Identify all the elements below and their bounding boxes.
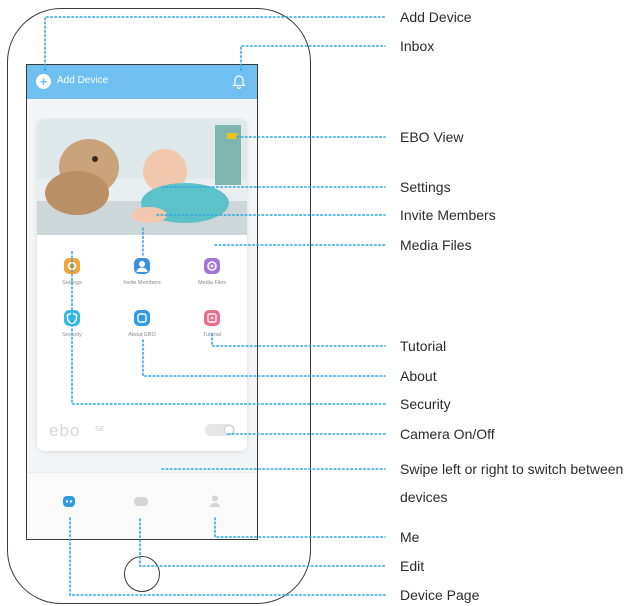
leader-tutorial [211, 333, 386, 347]
callout-inbox: Inbox [400, 38, 435, 54]
callout-security: Security [400, 396, 451, 412]
leader-add-device [44, 16, 386, 71]
callout-invite-members: Invite Members [400, 207, 496, 223]
callout-media-files: Media Files [400, 237, 472, 253]
callout-tutorial: Tutorial [400, 338, 447, 354]
callout-ebo-view: EBO View [400, 129, 464, 145]
leader-security [71, 265, 386, 405]
callout-leaders [44, 16, 386, 596]
leader-device-page [69, 517, 386, 596]
leader-inbox [240, 45, 386, 71]
callout-about: About [400, 368, 437, 384]
leader-edit [139, 518, 386, 567]
callout-swipe: Swipe left or right to switch between de… [400, 461, 624, 505]
callout-camera-toggle: Camera On/Off [400, 426, 495, 442]
callout-me: Me [400, 529, 420, 545]
callout-device-page: Device Page [400, 587, 480, 603]
callout-edit: Edit [400, 558, 425, 574]
callout-add-device: Add Device [400, 9, 472, 25]
leader-me [214, 517, 386, 538]
callout-settings: Settings [400, 179, 451, 195]
